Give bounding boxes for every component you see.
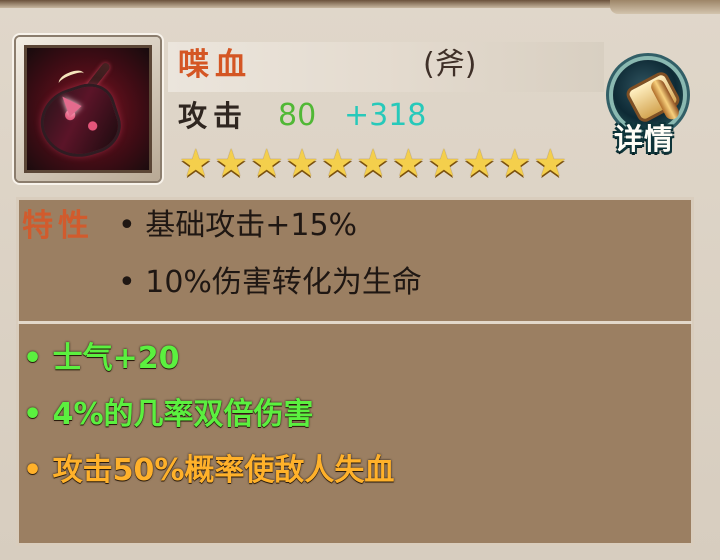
details-label: 详情 [614, 122, 675, 156]
star-icon: ★ [249, 141, 284, 185]
star-icon: ★ [426, 141, 461, 185]
weapon-frame [16, 37, 160, 181]
item-type: (斧) [423, 47, 477, 82]
star-icon: ★ [391, 141, 426, 185]
star-icon: ★ [533, 141, 568, 185]
item-detail-panel: 喋血 (斧) 攻击 80 +318 ★ ★ ★ ★ ★ ★ ★ ★ ★ ★ ★ 详情 特性 • 基础… [0, 0, 720, 560]
attack-label: 攻击 [178, 99, 249, 133]
trait-label: 特性 [22, 208, 94, 244]
star-icon: ★ [285, 141, 320, 185]
star-icon: ★ [462, 141, 497, 185]
trait-item: • 10%伤害转化为生命 [118, 265, 422, 300]
bonus-item: • 4%的几率双倍伤害 [23, 397, 314, 432]
bonus-item: • 攻击50%概率使敌人失血 [23, 453, 395, 488]
scroll-icon [613, 60, 683, 130]
battle-axe-icon [24, 45, 152, 173]
axe-blade [35, 80, 125, 164]
star-rating: ★ ★ ★ ★ ★ ★ ★ ★ ★ ★ ★ [178, 144, 568, 182]
star-icon: ★ [497, 141, 532, 185]
bonus-item: • 士气+20 [23, 341, 180, 376]
details-button[interactable]: 详情 [611, 58, 694, 162]
trait-item: • 基础攻击+15% [118, 208, 358, 243]
star-icon: ★ [355, 141, 391, 185]
star-icon: ★ [320, 141, 355, 185]
item-name: 喋血 [178, 47, 252, 83]
attack-bonus-value: +318 [344, 98, 427, 133]
axe-glint [56, 67, 87, 90]
star-icon: ★ [214, 141, 249, 185]
attack-base-value: 80 [278, 98, 317, 133]
effects-divider [18, 321, 692, 324]
star-icon: ★ [178, 141, 213, 185]
top-rim-ornament [610, 0, 720, 14]
